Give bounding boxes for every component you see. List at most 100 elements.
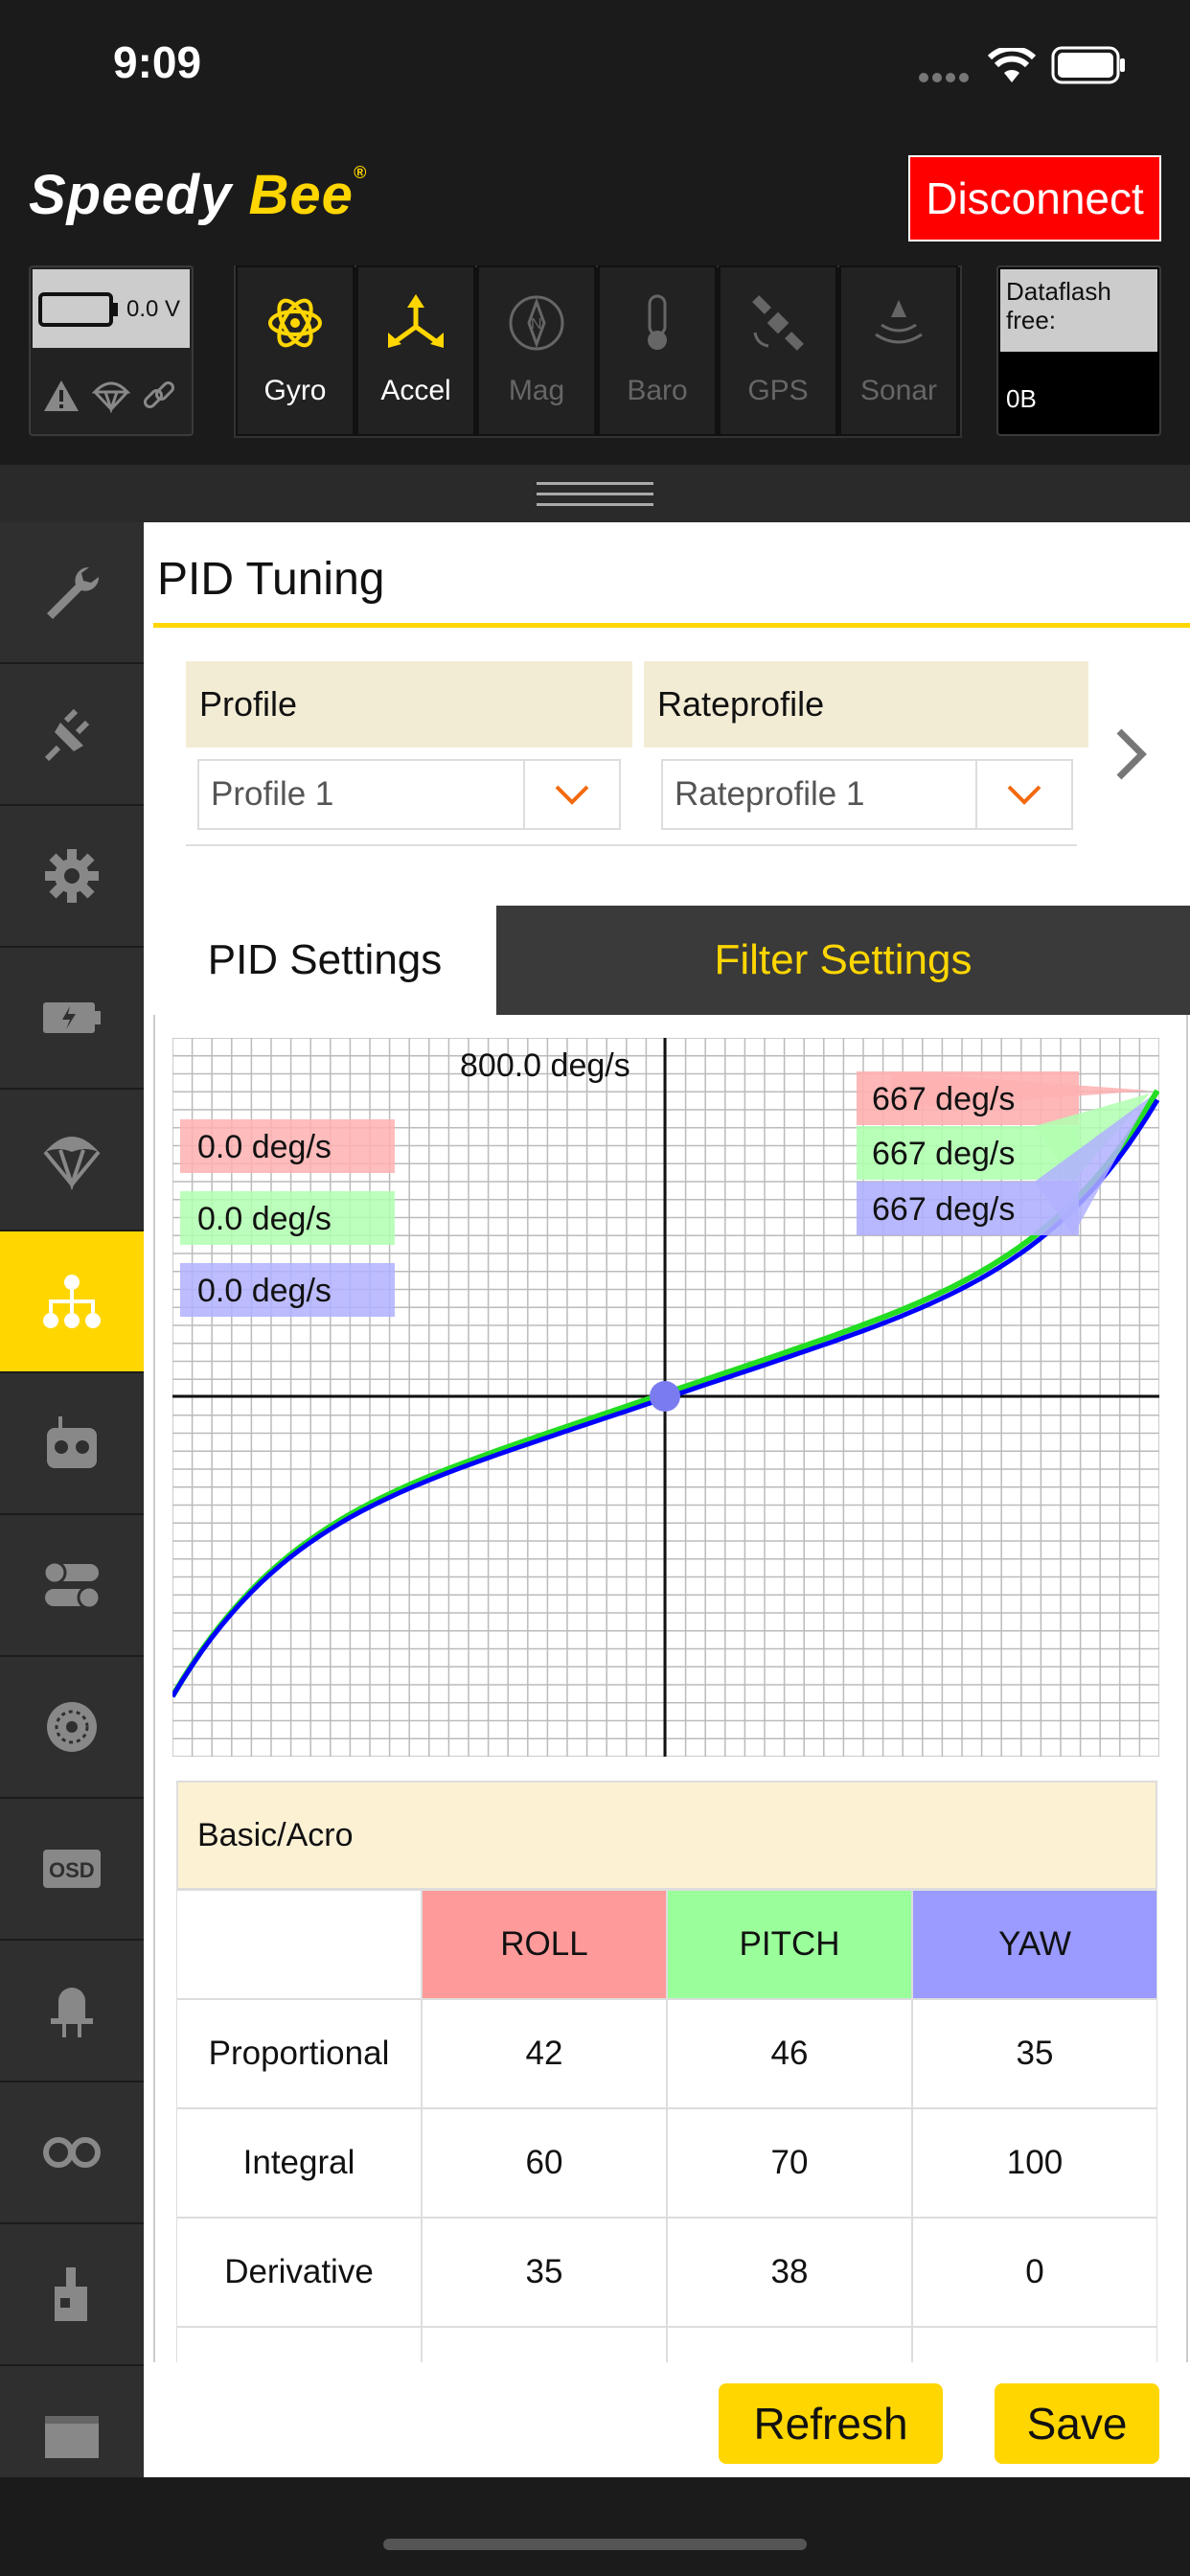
usb-chip-icon bbox=[55, 2267, 87, 2321]
profile-select[interactable]: Profile 1 bbox=[197, 759, 621, 830]
yaw-p-input[interactable]: 35 bbox=[912, 1999, 1157, 2108]
gyro-icon bbox=[266, 294, 324, 359]
signal-dots-icon bbox=[918, 71, 972, 89]
sidebar-item-configuration[interactable] bbox=[0, 806, 144, 948]
gear-icon bbox=[45, 849, 99, 903]
chevron-down-icon bbox=[523, 761, 619, 828]
osd-icon: OSD bbox=[43, 1850, 101, 1888]
page-title: PID Tuning bbox=[157, 554, 385, 605]
profile-select-value: Profile 1 bbox=[211, 775, 334, 813]
clock: 9:09 bbox=[113, 37, 202, 87]
yaw-current-rate: 0.0 deg/s bbox=[197, 1273, 332, 1309]
disconnect-button[interactable]: Disconnect bbox=[908, 155, 1161, 242]
roll-p-input[interactable]: 42 bbox=[422, 1999, 667, 2108]
home-indicator[interactable] bbox=[383, 2539, 807, 2550]
save-button[interactable]: Save bbox=[995, 2383, 1159, 2464]
warning-icon bbox=[42, 379, 80, 418]
sidebar-item-receiver[interactable] bbox=[0, 1373, 144, 1515]
sensor-baro: Baro bbox=[598, 265, 717, 436]
pitch-i-input[interactable]: 70 bbox=[667, 2108, 912, 2218]
row-label-proportional: Proportional bbox=[176, 1999, 422, 2108]
rate-curve-graph: 800.0 deg/s 0.0 deg/s 0.0 deg/s 0.0 deg/… bbox=[172, 1038, 1159, 1757]
dataflash-panel: Dataflash free: 0B bbox=[996, 265, 1161, 436]
sensor-gps: GPS bbox=[719, 265, 837, 436]
column-pitch: PITCH bbox=[667, 1890, 912, 1999]
chevron-right-icon[interactable] bbox=[1111, 725, 1150, 788]
yaw-i-input[interactable]: 100 bbox=[912, 2108, 1157, 2218]
infinity-icon bbox=[43, 2137, 101, 2168]
battery-charge-icon bbox=[43, 1002, 101, 1033]
wrench-icon bbox=[47, 566, 100, 619]
section-header: Basic/Acro bbox=[176, 1781, 1157, 1890]
table-corner bbox=[176, 1890, 422, 1999]
motor-icon bbox=[47, 1702, 97, 1752]
toggles-icon bbox=[42, 1560, 102, 1610]
speedybee-logo: Speedy Bee® bbox=[29, 163, 368, 226]
pitch-p-input[interactable]: 46 bbox=[667, 1999, 912, 2108]
profile-underline bbox=[186, 844, 1077, 846]
sidebar-item-led-strip[interactable] bbox=[0, 1941, 144, 2082]
roll-d-input[interactable]: 35 bbox=[422, 2218, 667, 2327]
home-indicator-area bbox=[0, 2477, 1190, 2576]
sidebar-item-ports[interactable] bbox=[0, 664, 144, 806]
battery-panel: 0.0 V bbox=[29, 265, 194, 436]
sidebar: OSD bbox=[0, 522, 144, 2508]
led-icon bbox=[51, 1988, 93, 2037]
row-label-derivative: Derivative bbox=[176, 2218, 422, 2327]
radio-controller-icon bbox=[47, 1416, 97, 1468]
profile-header: Profile bbox=[186, 661, 632, 748]
center-point bbox=[650, 1381, 680, 1412]
sidebar-item-firmware[interactable] bbox=[0, 2224, 144, 2366]
compass-icon: N bbox=[508, 294, 565, 359]
tab-filter-settings[interactable]: Filter Settings bbox=[496, 906, 1190, 1015]
app-header: Speedy Bee® Disconnect 0.0 V Gyro Accel … bbox=[0, 134, 1190, 465]
battery-status-icon bbox=[1051, 46, 1128, 89]
title-underline bbox=[153, 623, 1190, 628]
pitch-d-input[interactable]: 38 bbox=[667, 2218, 912, 2327]
roll-max-rate: 667 deg/s bbox=[872, 1081, 1015, 1117]
menu-lines-icon bbox=[537, 482, 653, 506]
dataflash-value: 0B bbox=[1006, 384, 1037, 413]
settings-tabs: PID Settings Filter Settings bbox=[153, 906, 1190, 1015]
max-rate-label: 800.0 deg/s bbox=[460, 1047, 630, 1084]
accel-icon bbox=[384, 294, 447, 359]
sidebar-item-setup[interactable] bbox=[0, 522, 144, 664]
rateprofile-select[interactable]: Rateprofile 1 bbox=[661, 759, 1073, 830]
column-roll: ROLL bbox=[422, 1890, 667, 1999]
sidebar-item-osd[interactable]: OSD bbox=[0, 1799, 144, 1941]
sidebar-item-power[interactable] bbox=[0, 948, 144, 1090]
thermometer-icon bbox=[638, 294, 676, 359]
yaw-max-rate: 667 deg/s bbox=[872, 1191, 1015, 1228]
rateprofile-header: Rateprofile bbox=[644, 661, 1088, 748]
collapse-handle[interactable] bbox=[0, 465, 1190, 522]
yaw-d-input[interactable]: 0 bbox=[912, 2218, 1157, 2327]
sidebar-item-pid-tuning[interactable] bbox=[0, 1231, 144, 1373]
sidebar-item-modes[interactable] bbox=[0, 1515, 144, 1657]
sensor-gyro: Gyro bbox=[236, 265, 355, 436]
sensor-accel: Accel bbox=[356, 265, 475, 436]
sidebar-item-failsafe[interactable] bbox=[0, 1090, 144, 1231]
svg-text:N: N bbox=[531, 316, 542, 333]
refresh-button[interactable]: Refresh bbox=[719, 2383, 943, 2464]
roll-i-input[interactable]: 60 bbox=[422, 2108, 667, 2218]
action-bar: Refresh Save bbox=[144, 2362, 1190, 2477]
hierarchy-icon bbox=[43, 1275, 101, 1328]
satellite-icon bbox=[749, 294, 807, 359]
roll-current-rate: 0.0 deg/s bbox=[197, 1129, 332, 1165]
sensor-sonar: Sonar bbox=[839, 265, 958, 436]
sidebar-item-blackbox[interactable] bbox=[0, 2082, 144, 2224]
row-label-integral: Integral bbox=[176, 2108, 422, 2218]
dataflash-label: Dataflash free: bbox=[1006, 277, 1111, 334]
tab-pid-settings[interactable]: PID Settings bbox=[153, 906, 496, 1015]
failsafe-parachute-icon bbox=[91, 379, 131, 418]
wifi-icon bbox=[987, 45, 1037, 89]
pitch-max-rate: 667 deg/s bbox=[872, 1136, 1015, 1172]
pitch-current-rate: 0.0 deg/s bbox=[197, 1201, 332, 1237]
chevron-down-icon bbox=[975, 761, 1071, 828]
status-bar: 9:09 bbox=[0, 0, 1190, 134]
link-icon bbox=[140, 379, 178, 418]
window-icon bbox=[45, 2416, 99, 2458]
sidebar-item-motors[interactable] bbox=[0, 1657, 144, 1799]
rateprofile-select-value: Rateprofile 1 bbox=[675, 775, 865, 813]
plug-icon bbox=[44, 708, 90, 762]
